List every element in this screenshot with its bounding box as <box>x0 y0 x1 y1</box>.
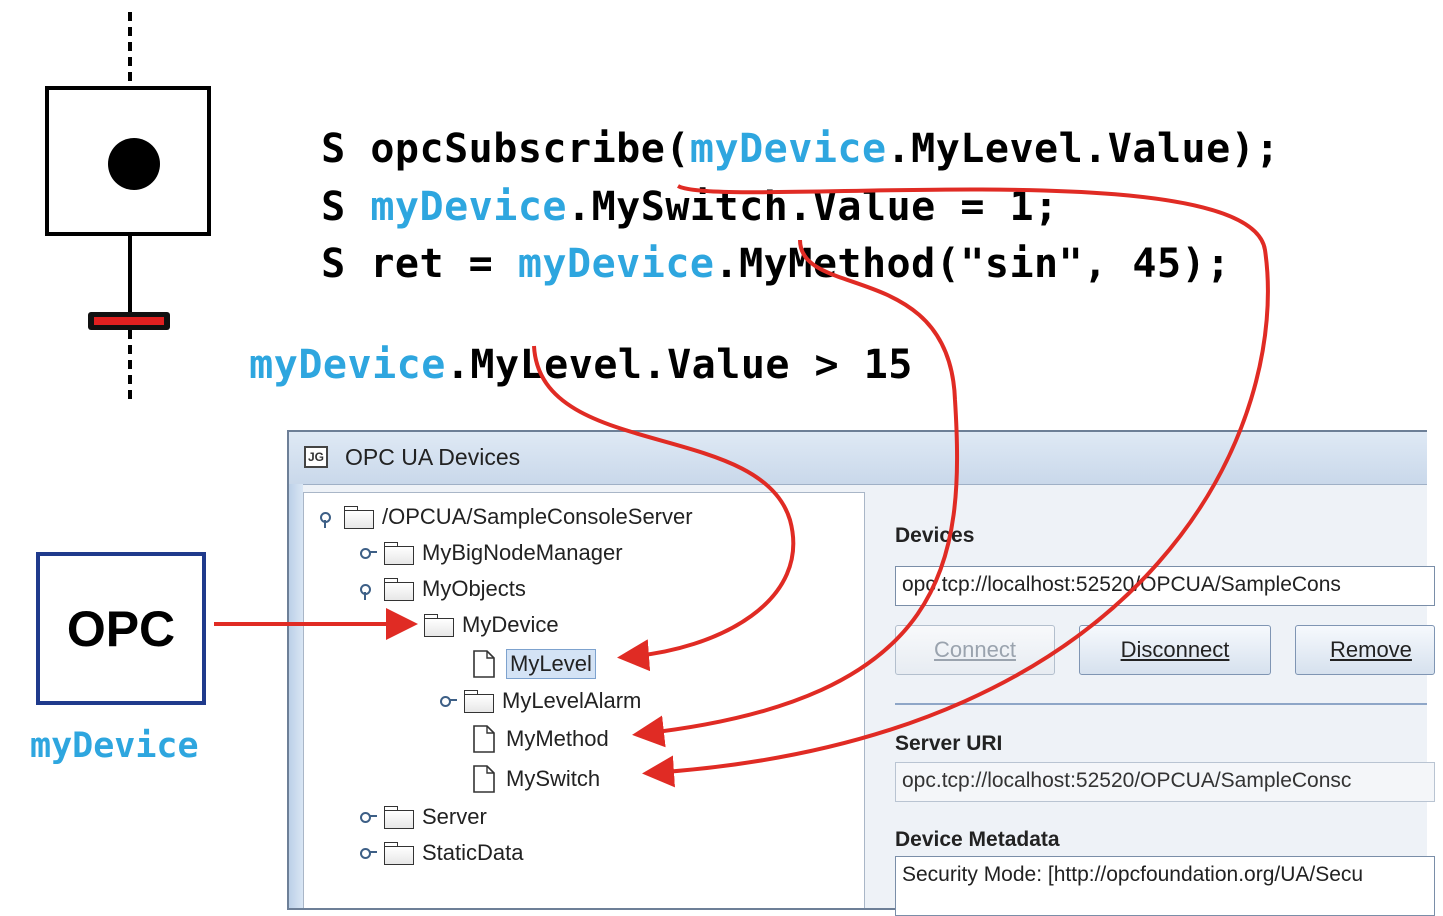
arrow-myswitch <box>642 184 1270 788</box>
arrow-mylevel <box>532 345 796 672</box>
arrow-mymethod <box>632 239 960 748</box>
mapping-arrows <box>214 184 1270 788</box>
